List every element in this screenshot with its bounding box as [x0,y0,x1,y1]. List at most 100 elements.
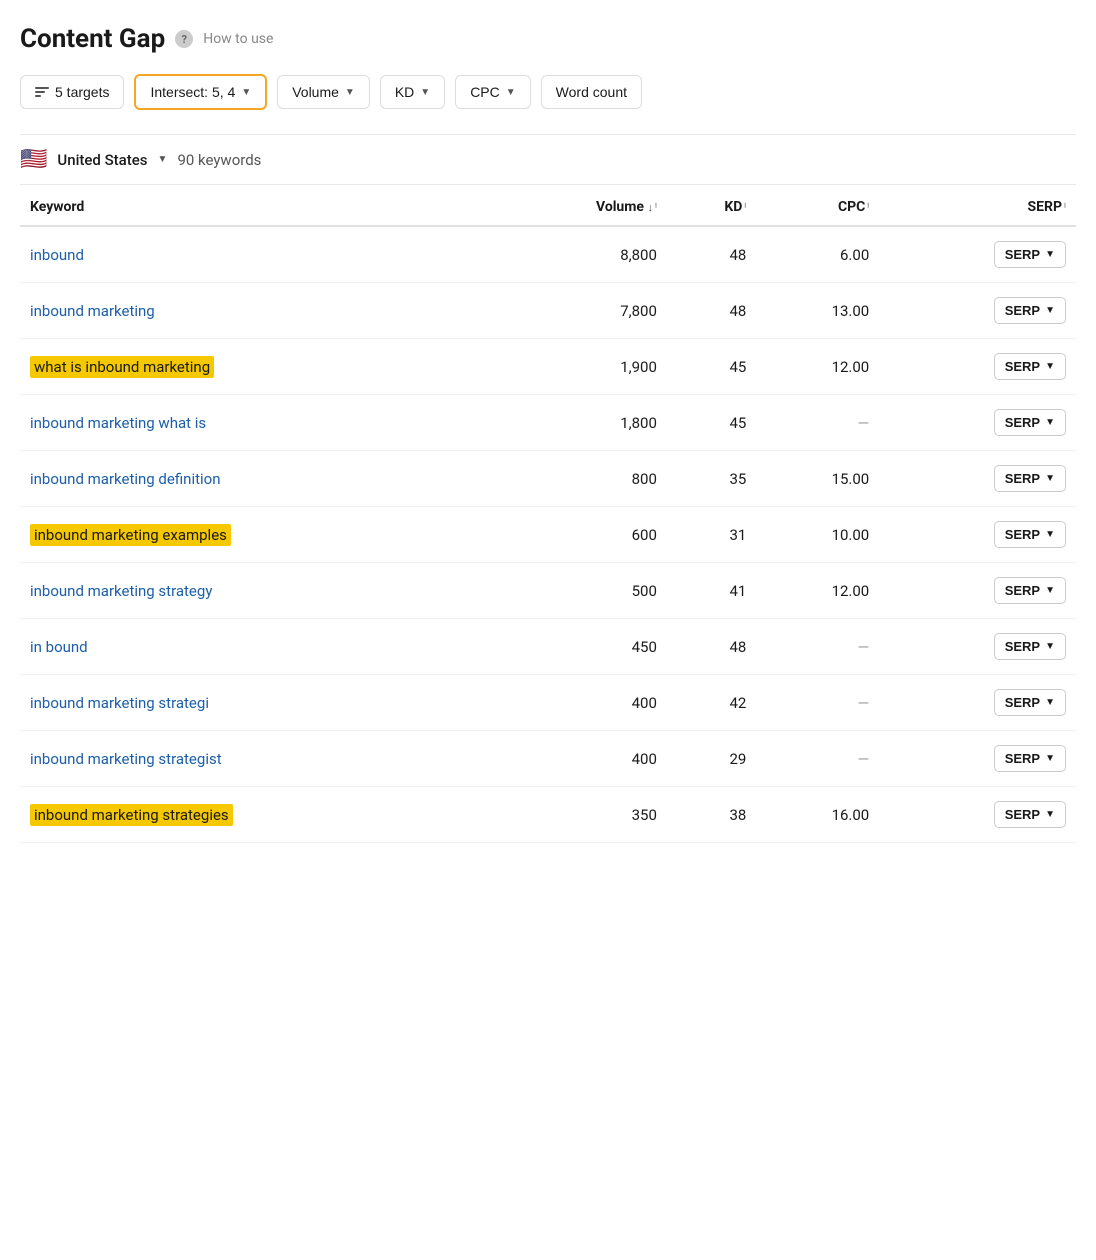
table-row: inbound marketing7,8004813.00SERP ▼ [20,283,1076,339]
col-volume[interactable]: Volume ↓ⁱ [494,185,666,226]
serp-label: SERP [1005,527,1040,542]
kd-chevron-icon: ▼ [420,87,430,98]
targets-label: 5 targets [55,84,109,100]
kd-button[interactable]: KD ▼ [380,75,445,109]
page-title: Content Gap [20,24,165,54]
table-row: inbound8,800486.00SERP ▼ [20,226,1076,283]
cpc-cell: 6.00 [756,226,879,283]
keyword-cell[interactable]: inbound marketing strategies [20,787,494,843]
keyword-cell[interactable]: what is inbound marketing [20,339,494,395]
cpc-cell: 15.00 [756,451,879,507]
kd-cell: 38 [667,787,756,843]
cpc-chevron-icon: ▼ [506,87,516,98]
volume-button[interactable]: Volume ▼ [277,75,370,109]
word-count-button[interactable]: Word count [541,75,642,109]
keyword-cell[interactable]: inbound marketing [20,283,494,339]
keyword-cell[interactable]: in bound [20,619,494,675]
volume-cell: 500 [494,563,666,619]
serp-chevron-icon: ▼ [1045,249,1055,260]
kd-cell: 45 [667,395,756,451]
serp-button[interactable]: SERP ▼ [994,801,1066,828]
kd-cell: 48 [667,226,756,283]
country-chevron-icon[interactable]: ▼ [158,154,168,165]
serp-button[interactable]: SERP ▼ [994,353,1066,380]
highlighted-keyword: inbound marketing strategies [30,804,233,826]
targets-button[interactable]: 5 targets [20,75,124,109]
serp-button[interactable]: SERP ▼ [994,521,1066,548]
kd-label: KD [395,84,414,100]
serp-button[interactable]: SERP ▼ [994,633,1066,660]
table-row: in bound45048 — SERP ▼ [20,619,1076,675]
serp-cell: SERP ▼ [879,619,1076,675]
serp-cell: SERP ▼ [879,507,1076,563]
dash-icon: — [858,750,870,768]
serp-chevron-icon: ▼ [1045,585,1055,596]
word-count-label: Word count [556,84,627,100]
serp-button[interactable]: SERP ▼ [994,409,1066,436]
serp-label: SERP [1005,751,1040,766]
volume-info-icon: ⁱ [655,201,657,214]
kd-cell: 48 [667,283,756,339]
keyword-cell[interactable]: inbound marketing definition [20,451,494,507]
country-section: 🇺🇸 United States ▼ 90 keywords [20,134,1076,185]
cpc-cell: — [756,395,879,451]
cpc-cell: 10.00 [756,507,879,563]
dash-icon: — [858,414,870,432]
help-icon[interactable]: ? [175,30,193,48]
col-cpc[interactable]: CPCⁱ [756,185,879,226]
header-section: Content Gap ? How to use [20,24,1076,54]
serp-cell: SERP ▼ [879,339,1076,395]
kd-cell: 48 [667,619,756,675]
keyword-cell[interactable]: inbound marketing strategy [20,563,494,619]
filter-line-1 [35,87,49,89]
volume-cell: 450 [494,619,666,675]
serp-button[interactable]: SERP ▼ [994,745,1066,772]
serp-cell: SERP ▼ [879,563,1076,619]
serp-button[interactable]: SERP ▼ [994,689,1066,716]
serp-cell: SERP ▼ [879,395,1076,451]
cpc-label: CPC [470,84,500,100]
serp-info-icon: ⁱ [1064,201,1066,214]
table-wrapper: Keyword Volume ↓ⁱ KDⁱ CPCⁱ SERPⁱ in [20,185,1076,843]
kd-cell: 31 [667,507,756,563]
serp-button[interactable]: SERP ▼ [994,297,1066,324]
serp-label: SERP [1005,807,1040,822]
serp-button[interactable]: SERP ▼ [994,577,1066,604]
serp-label: SERP [1005,583,1040,598]
volume-chevron-icon: ▼ [345,87,355,98]
country-flag-icon: 🇺🇸 [20,147,47,172]
table-row: inbound marketing examples6003110.00 SERP… [20,507,1076,563]
volume-cell: 600 [494,507,666,563]
serp-button[interactable]: SERP ▼ [994,465,1066,492]
how-to-use-link[interactable]: How to use [203,31,273,47]
table-row: what is inbound marketing1,9004512.00 SER… [20,339,1076,395]
keyword-cell[interactable]: inbound marketing examples [20,507,494,563]
volume-cell: 7,800 [494,283,666,339]
keyword-cell[interactable]: inbound marketing what is [20,395,494,451]
intersect-button[interactable]: Intersect: 5, 4 ▼ [134,74,267,110]
serp-button[interactable]: SERP ▼ [994,241,1066,268]
col-kd[interactable]: KDⁱ [667,185,756,226]
serp-chevron-icon: ▼ [1045,473,1055,484]
kd-cell: 45 [667,339,756,395]
serp-label: SERP [1005,247,1040,262]
cpc-button[interactable]: CPC ▼ [455,75,530,109]
volume-cell: 1,900 [494,339,666,395]
serp-label: SERP [1005,695,1040,710]
cpc-cell: — [756,731,879,787]
filter-line-3 [35,95,41,97]
country-name[interactable]: United States [57,151,147,169]
volume-label: Volume [292,84,339,100]
table-row: inbound marketing what is1,80045—SERP ▼ [20,395,1076,451]
cpc-cell: 12.00 [756,339,879,395]
serp-cell: SERP ▼ [879,675,1076,731]
dash-icon: — [858,638,870,656]
kd-info-icon: ⁱ [744,201,746,214]
serp-cell: SERP ▼ [879,731,1076,787]
serp-label: SERP [1005,415,1040,430]
keyword-cell[interactable]: inbound [20,226,494,283]
cpc-cell: 12.00 [756,563,879,619]
keyword-cell[interactable]: inbound marketing strategi [20,675,494,731]
serp-chevron-icon: ▼ [1045,529,1055,540]
keyword-cell[interactable]: inbound marketing strategist [20,731,494,787]
